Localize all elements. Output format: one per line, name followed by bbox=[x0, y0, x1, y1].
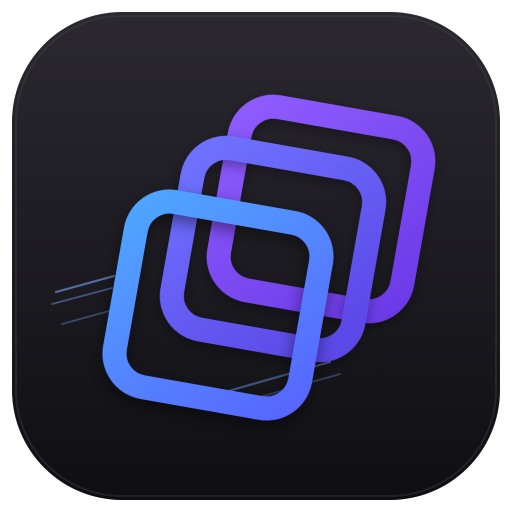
stacked-windows-app-icon bbox=[12, 12, 500, 500]
app-icon bbox=[0, 0, 512, 512]
icon-background bbox=[12, 12, 500, 500]
